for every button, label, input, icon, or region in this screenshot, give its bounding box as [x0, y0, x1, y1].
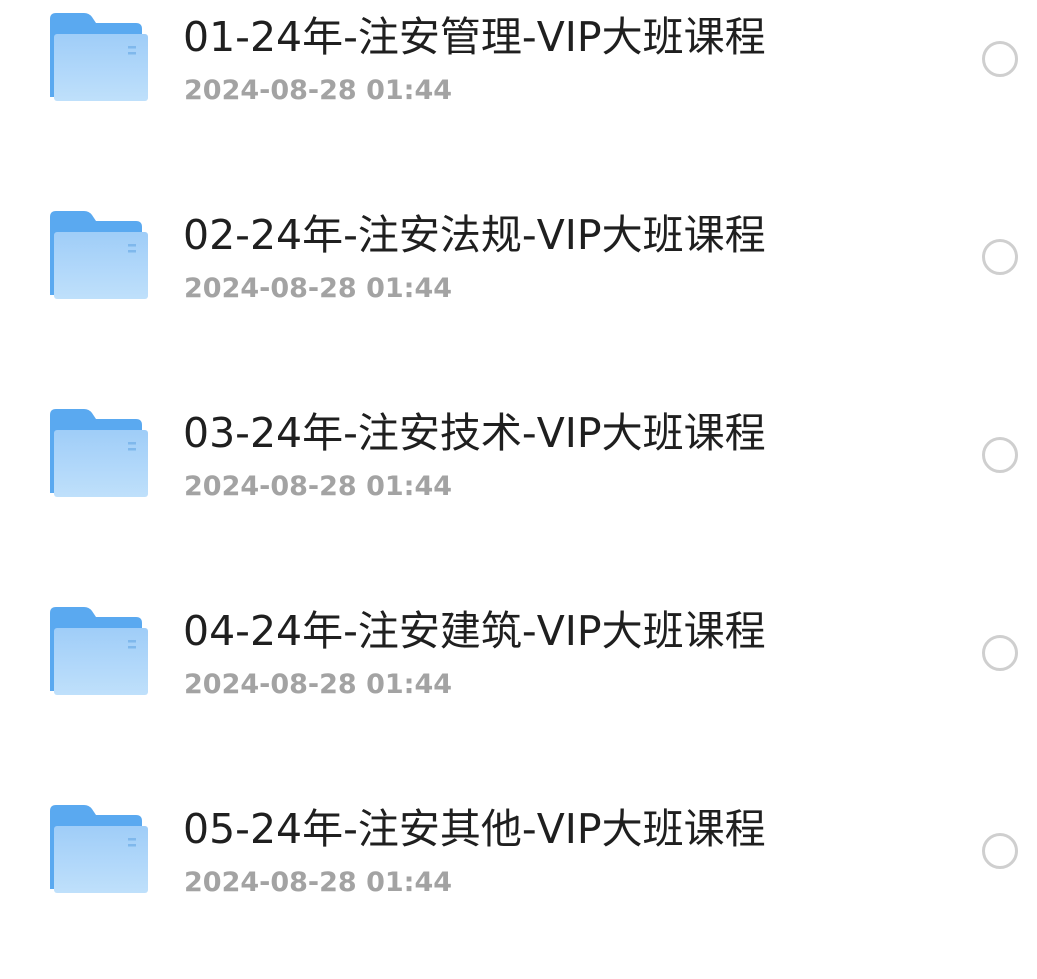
- folder-icon: [50, 211, 148, 299]
- select-radio[interactable]: [982, 41, 1018, 77]
- select-radio[interactable]: [982, 239, 1018, 275]
- file-modified-time: 2024-08-28 01:44: [184, 471, 453, 502]
- list-item[interactable]: 02-24年-注安法规-VIP大班课程 2024-08-28 01:44: [0, 157, 1037, 355]
- file-modified-time: 2024-08-28 01:44: [184, 273, 453, 304]
- file-name: 02-24年-注安法规-VIP大班课程: [183, 211, 766, 259]
- list-item[interactable]: 03-24年-注安技术-VIP大班课程 2024-08-28 01:44: [0, 355, 1037, 553]
- select-radio[interactable]: [982, 635, 1018, 671]
- list-item[interactable]: 04-24年-注安建筑-VIP大班课程 2024-08-28 01:44: [0, 553, 1037, 751]
- folder-icon: [50, 13, 148, 101]
- select-radio[interactable]: [982, 833, 1018, 869]
- folder-icon: [50, 805, 148, 893]
- list-item[interactable]: 01-24年-注安管理-VIP大班课程 2024-08-28 01:44: [0, 0, 1037, 157]
- file-list: 01-24年-注安管理-VIP大班课程 2024-08-28 01:44 02-…: [0, 0, 1037, 979]
- select-radio[interactable]: [982, 437, 1018, 473]
- file-name: 04-24年-注安建筑-VIP大班课程: [183, 607, 766, 655]
- file-name: 05-24年-注安其他-VIP大班课程: [183, 805, 766, 853]
- file-modified-time: 2024-08-28 01:44: [184, 867, 453, 898]
- file-name: 01-24年-注安管理-VIP大班课程: [183, 13, 766, 61]
- folder-icon: [50, 409, 148, 497]
- list-item[interactable]: 05-24年-注安其他-VIP大班课程 2024-08-28 01:44: [0, 751, 1037, 949]
- file-name: 03-24年-注安技术-VIP大班课程: [183, 409, 766, 457]
- file-modified-time: 2024-08-28 01:44: [184, 669, 453, 700]
- folder-icon: [50, 607, 148, 695]
- file-modified-time: 2024-08-28 01:44: [184, 75, 453, 106]
